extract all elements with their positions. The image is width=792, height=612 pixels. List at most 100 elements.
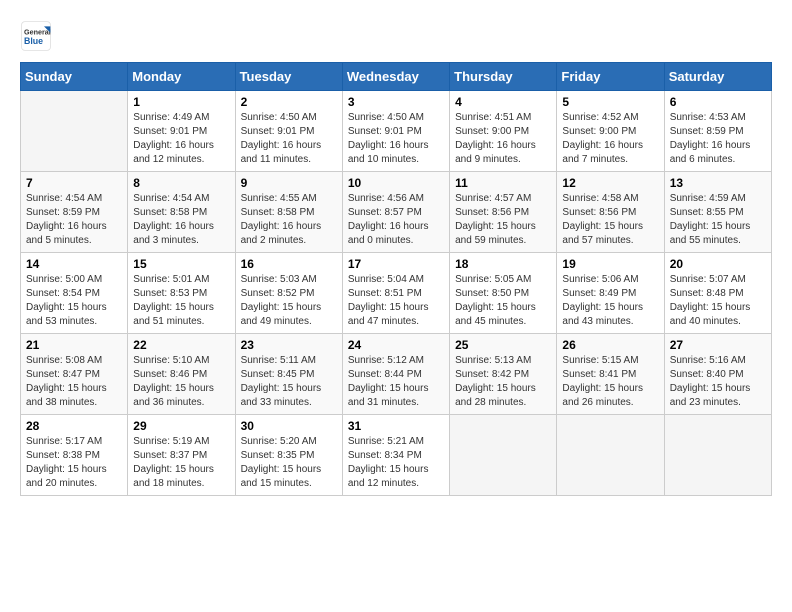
calendar-cell: [450, 415, 557, 496]
calendar-cell: 9 Sunrise: 4:55 AM Sunset: 8:58 PM Daylig…: [235, 172, 342, 253]
calendar-cell: 28 Sunrise: 5:17 AM Sunset: 8:38 PM Dayli…: [21, 415, 128, 496]
calendar-cell: 15 Sunrise: 5:01 AM Sunset: 8:53 PM Dayli…: [128, 253, 235, 334]
calendar-cell: 17Sunrise: 5:04 AM Sunset: 8:51 PM Dayli…: [342, 253, 449, 334]
day-info: Sunrise: 4:50 AM Sunset: 9:01 PM Dayligh…: [348, 111, 444, 167]
calendar-header-thursday: Thursday: [450, 63, 557, 91]
day-info: Sunrise: 5:13 AM Sunset: 8:42 PM Dayligh…: [455, 354, 551, 410]
day-number: 22: [133, 338, 229, 352]
day-number: 16: [241, 257, 337, 271]
calendar-cell: 21 Sunrise: 5:08 AM Sunset: 8:47 PM Dayli…: [21, 334, 128, 415]
calendar-cell: 30 Sunrise: 5:20 AM Sunset: 8:35 PM Dayli…: [235, 415, 342, 496]
day-number: 3: [348, 95, 444, 109]
logo-icon: General Blue: [20, 20, 52, 52]
day-number: 13: [670, 176, 766, 190]
calendar-week-5: 28 Sunrise: 5:17 AM Sunset: 8:38 PM Dayli…: [21, 415, 772, 496]
calendar-cell: 11Sunrise: 4:57 AM Sunset: 8:56 PM Dayli…: [450, 172, 557, 253]
day-info: Sunrise: 4:54 AM Sunset: 8:59 PM Dayligh…: [26, 192, 122, 248]
day-info: Sunrise: 5:21 AM Sunset: 8:34 PM Dayligh…: [348, 435, 444, 491]
calendar-cell: 23 Sunrise: 5:11 AM Sunset: 8:45 PM Dayli…: [235, 334, 342, 415]
day-number: 26: [562, 338, 658, 352]
calendar-cell: 3 Sunrise: 4:50 AM Sunset: 9:01 PM Daylig…: [342, 91, 449, 172]
calendar-cell: 12 Sunrise: 4:58 AM Sunset: 8:56 PM Dayli…: [557, 172, 664, 253]
day-info: Sunrise: 5:20 AM Sunset: 8:35 PM Dayligh…: [241, 435, 337, 491]
day-number: 8: [133, 176, 229, 190]
calendar-cell: 27Sunrise: 5:16 AM Sunset: 8:40 PM Dayli…: [664, 334, 771, 415]
calendar-cell: 1Sunrise: 4:49 AM Sunset: 9:01 PM Daylig…: [128, 91, 235, 172]
day-number: 19: [562, 257, 658, 271]
day-info: Sunrise: 4:55 AM Sunset: 8:58 PM Dayligh…: [241, 192, 337, 248]
calendar-cell: 22 Sunrise: 5:10 AM Sunset: 8:46 PM Dayli…: [128, 334, 235, 415]
calendar-header-sunday: Sunday: [21, 63, 128, 91]
calendar-cell: [664, 415, 771, 496]
day-number: 21: [26, 338, 122, 352]
day-number: 10: [348, 176, 444, 190]
day-number: 9: [241, 176, 337, 190]
calendar-cell: 8Sunrise: 4:54 AM Sunset: 8:58 PM Daylig…: [128, 172, 235, 253]
calendar-cell: 4 Sunrise: 4:51 AM Sunset: 9:00 PM Daylig…: [450, 91, 557, 172]
calendar-table: SundayMondayTuesdayWednesdayThursdayFrid…: [20, 62, 772, 496]
day-info: Sunrise: 5:11 AM Sunset: 8:45 PM Dayligh…: [241, 354, 337, 410]
day-number: 25: [455, 338, 551, 352]
calendar-header-tuesday: Tuesday: [235, 63, 342, 91]
calendar-cell: [557, 415, 664, 496]
calendar-cell: 10 Sunrise: 4:56 AM Sunset: 8:57 PM Dayli…: [342, 172, 449, 253]
calendar-cell: 25 Sunrise: 5:13 AM Sunset: 8:42 PM Dayli…: [450, 334, 557, 415]
day-info: Sunrise: 5:05 AM Sunset: 8:50 PM Dayligh…: [455, 273, 551, 329]
calendar-header-row: SundayMondayTuesdayWednesdayThursdayFrid…: [21, 63, 772, 91]
calendar-cell: 20 Sunrise: 5:07 AM Sunset: 8:48 PM Dayli…: [664, 253, 771, 334]
day-number: 31: [348, 419, 444, 433]
day-info: Sunrise: 5:07 AM Sunset: 8:48 PM Dayligh…: [670, 273, 766, 329]
day-number: 30: [241, 419, 337, 433]
day-info: Sunrise: 5:00 AM Sunset: 8:54 PM Dayligh…: [26, 273, 122, 329]
day-number: 29: [133, 419, 229, 433]
day-number: 6: [670, 95, 766, 109]
calendar-cell: 7 Sunrise: 4:54 AM Sunset: 8:59 PM Daylig…: [21, 172, 128, 253]
day-info: Sunrise: 4:50 AM Sunset: 9:01 PM Dayligh…: [241, 111, 337, 167]
calendar-cell: 16Sunrise: 5:03 AM Sunset: 8:52 PM Dayli…: [235, 253, 342, 334]
day-info: Sunrise: 4:58 AM Sunset: 8:56 PM Dayligh…: [562, 192, 658, 248]
day-info: Sunrise: 4:56 AM Sunset: 8:57 PM Dayligh…: [348, 192, 444, 248]
day-info: Sunrise: 5:12 AM Sunset: 8:44 PM Dayligh…: [348, 354, 444, 410]
calendar-header-friday: Friday: [557, 63, 664, 91]
day-number: 12: [562, 176, 658, 190]
calendar-header-monday: Monday: [128, 63, 235, 91]
calendar-cell: 14 Sunrise: 5:00 AM Sunset: 8:54 PM Dayli…: [21, 253, 128, 334]
calendar-cell: 24Sunrise: 5:12 AM Sunset: 8:44 PM Dayli…: [342, 334, 449, 415]
page-header: General Blue: [20, 20, 772, 52]
day-info: Sunrise: 5:17 AM Sunset: 8:38 PM Dayligh…: [26, 435, 122, 491]
calendar-cell: 13Sunrise: 4:59 AM Sunset: 8:55 PM Dayli…: [664, 172, 771, 253]
day-number: 15: [133, 257, 229, 271]
calendar-week-1: 1Sunrise: 4:49 AM Sunset: 9:01 PM Daylig…: [21, 91, 772, 172]
day-number: 4: [455, 95, 551, 109]
calendar-cell: 19 Sunrise: 5:06 AM Sunset: 8:49 PM Dayli…: [557, 253, 664, 334]
day-number: 18: [455, 257, 551, 271]
day-info: Sunrise: 4:57 AM Sunset: 8:56 PM Dayligh…: [455, 192, 551, 248]
day-number: 28: [26, 419, 122, 433]
calendar-cell: 31 Sunrise: 5:21 AM Sunset: 8:34 PM Dayli…: [342, 415, 449, 496]
calendar-week-3: 14 Sunrise: 5:00 AM Sunset: 8:54 PM Dayli…: [21, 253, 772, 334]
day-number: 7: [26, 176, 122, 190]
calendar-header-saturday: Saturday: [664, 63, 771, 91]
day-info: Sunrise: 5:01 AM Sunset: 8:53 PM Dayligh…: [133, 273, 229, 329]
day-info: Sunrise: 5:04 AM Sunset: 8:51 PM Dayligh…: [348, 273, 444, 329]
day-number: 14: [26, 257, 122, 271]
day-info: Sunrise: 5:15 AM Sunset: 8:41 PM Dayligh…: [562, 354, 658, 410]
day-number: 2: [241, 95, 337, 109]
day-info: Sunrise: 5:10 AM Sunset: 8:46 PM Dayligh…: [133, 354, 229, 410]
day-number: 5: [562, 95, 658, 109]
day-info: Sunrise: 5:19 AM Sunset: 8:37 PM Dayligh…: [133, 435, 229, 491]
calendar-header-wednesday: Wednesday: [342, 63, 449, 91]
day-info: Sunrise: 4:52 AM Sunset: 9:00 PM Dayligh…: [562, 111, 658, 167]
calendar-cell: 5 Sunrise: 4:52 AM Sunset: 9:00 PM Daylig…: [557, 91, 664, 172]
day-info: Sunrise: 5:06 AM Sunset: 8:49 PM Dayligh…: [562, 273, 658, 329]
calendar-cell: 2 Sunrise: 4:50 AM Sunset: 9:01 PM Daylig…: [235, 91, 342, 172]
calendar-week-4: 21 Sunrise: 5:08 AM Sunset: 8:47 PM Dayli…: [21, 334, 772, 415]
calendar-week-2: 7 Sunrise: 4:54 AM Sunset: 8:59 PM Daylig…: [21, 172, 772, 253]
day-number: 20: [670, 257, 766, 271]
calendar-cell: 6Sunrise: 4:53 AM Sunset: 8:59 PM Daylig…: [664, 91, 771, 172]
calendar-cell: 26 Sunrise: 5:15 AM Sunset: 8:41 PM Dayli…: [557, 334, 664, 415]
day-number: 23: [241, 338, 337, 352]
day-info: Sunrise: 4:51 AM Sunset: 9:00 PM Dayligh…: [455, 111, 551, 167]
day-info: Sunrise: 5:08 AM Sunset: 8:47 PM Dayligh…: [26, 354, 122, 410]
calendar-cell: [21, 91, 128, 172]
